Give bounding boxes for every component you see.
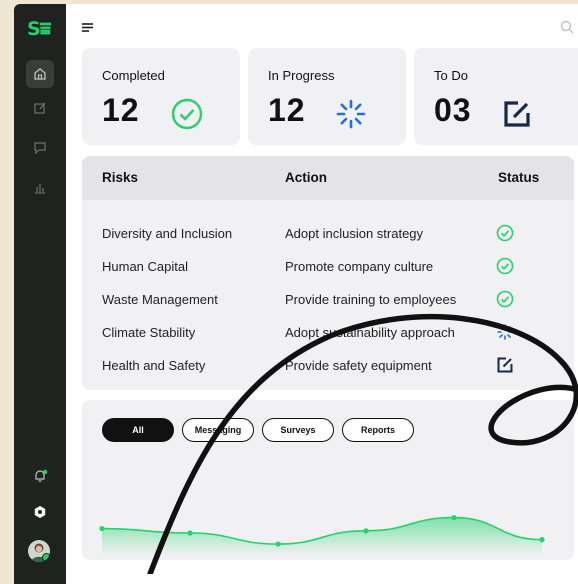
avatar[interactable]	[28, 540, 50, 562]
loading-icon	[334, 97, 368, 136]
nav-analytics-button[interactable]	[26, 174, 54, 202]
column-header-status[interactable]: Status	[498, 170, 539, 185]
edit-square-icon	[500, 97, 534, 136]
data-point[interactable]	[363, 528, 369, 534]
data-point[interactable]	[275, 541, 281, 547]
data-point[interactable]	[451, 514, 457, 521]
search-button[interactable]	[560, 20, 574, 39]
online-indicator	[42, 553, 50, 562]
in-progress-card[interactable]: In Progress 12	[248, 48, 406, 145]
search-icon	[560, 20, 574, 34]
bell-icon	[35, 469, 48, 482]
card-value: 03	[434, 92, 472, 128]
filter-messaging-button[interactable]: Messaging	[182, 418, 254, 442]
settings-hex-icon	[34, 506, 46, 518]
table-row[interactable]: Health and Safety Provide safety equipme…	[82, 356, 574, 388]
table-row[interactable]: Climate Stability Adopt sustainability a…	[82, 323, 574, 355]
table-header: Risks Action Status	[82, 156, 574, 200]
check-circle-icon	[170, 97, 204, 136]
action-cell: Adopt sustainability approach	[285, 325, 455, 340]
card-label: In Progress	[268, 68, 335, 83]
to-do-card[interactable]: To Do 03	[414, 48, 578, 145]
action-cell: Provide training to employees	[285, 292, 457, 307]
completed-card[interactable]: Completed 12	[82, 48, 240, 145]
sidebar: S⩸	[14, 4, 66, 584]
table-row[interactable]: Waste Management Provide training to emp…	[82, 290, 574, 322]
action-cell: Adopt inclusion strategy	[285, 226, 424, 241]
filter-all-button[interactable]: All	[102, 418, 174, 442]
card-value: 12	[268, 92, 306, 128]
activity-chart-card: All Messaging Surveys Reports	[82, 400, 574, 560]
status-completed-icon	[496, 257, 514, 280]
risk-cell: Waste Management	[102, 292, 218, 307]
data-point[interactable]	[539, 537, 545, 543]
home-icon	[34, 68, 46, 80]
status-completed-icon	[496, 290, 514, 313]
card-value: 12	[102, 92, 140, 128]
filter-reports-button[interactable]: Reports	[342, 418, 414, 442]
nav-chat-button[interactable]	[26, 134, 54, 162]
status-completed-icon	[496, 224, 514, 247]
table-row[interactable]: Diversity and Inclusion Adopt inclusion …	[82, 224, 574, 256]
risk-cell: Health and Safety	[102, 358, 206, 373]
risk-cell: Climate Stability	[102, 325, 196, 340]
hamburger-menu-icon	[82, 23, 93, 32]
chat-icon	[34, 142, 46, 155]
data-point[interactable]	[99, 525, 105, 532]
column-header-risks[interactable]: Risks	[102, 170, 138, 185]
risks-table: Risks Action Status Diversity and Inclus…	[82, 156, 574, 390]
brand-logo[interactable]: S⩸	[27, 18, 51, 40]
card-label: Completed	[102, 68, 165, 83]
nav-edit-button[interactable]	[26, 94, 54, 122]
status-to-do-icon	[496, 356, 514, 379]
risk-cell: Human Capital	[102, 259, 188, 274]
action-cell: Provide safety equipment	[285, 358, 432, 373]
analytics-icon	[35, 184, 45, 194]
menu-button[interactable]	[82, 20, 94, 38]
settings-button[interactable]	[26, 498, 54, 526]
activity-area-chart	[99, 514, 545, 556]
filter-surveys-button[interactable]: Surveys	[262, 418, 334, 442]
data-point[interactable]	[187, 530, 193, 536]
notifications-button[interactable]	[26, 462, 54, 490]
risk-cell: Diversity and Inclusion	[102, 226, 233, 241]
card-label: To Do	[434, 68, 468, 83]
table-row[interactable]: Human Capital Promote company culture	[82, 257, 574, 289]
main-panel: Completed 12 In Progress 12 To Do 03 Ris…	[66, 4, 578, 584]
column-header-action[interactable]: Action	[285, 170, 327, 185]
edit-icon	[34, 102, 46, 114]
action-cell: Promote company culture	[285, 259, 434, 274]
status-in-progress-icon	[496, 323, 514, 346]
nav-home-button[interactable]	[26, 60, 54, 88]
